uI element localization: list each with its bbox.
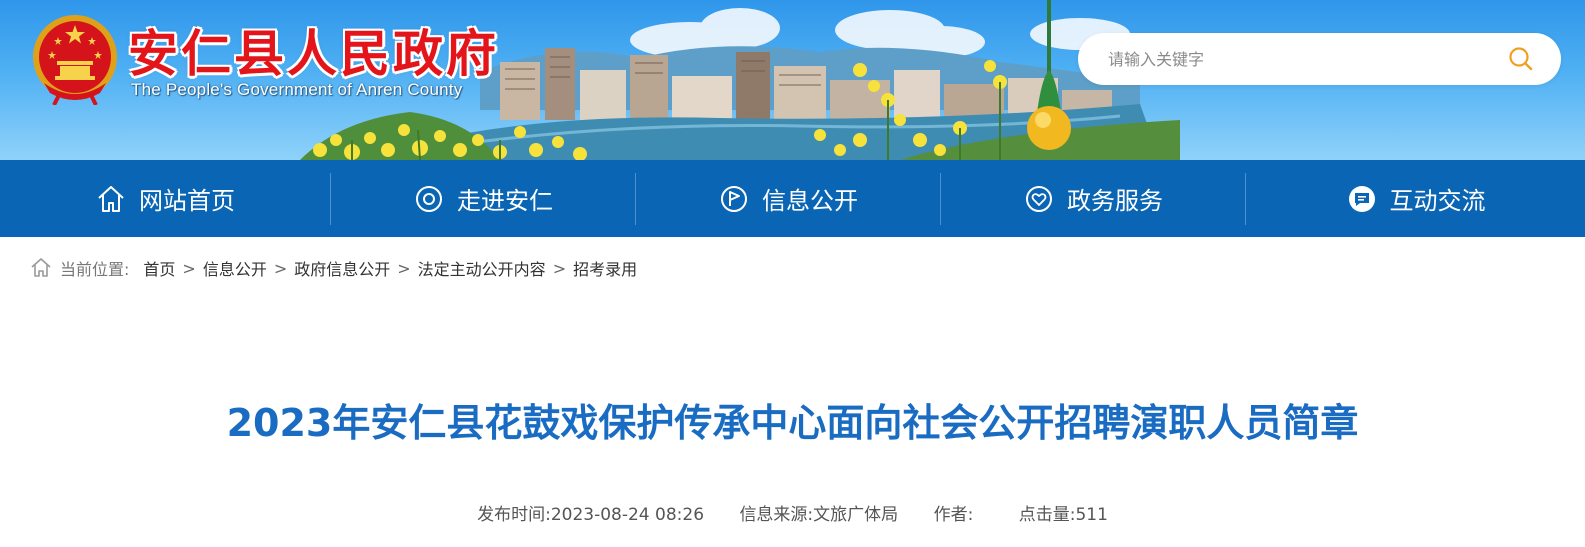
national-emblem-icon: [33, 15, 117, 105]
home-icon: [31, 258, 51, 277]
home-icon: [98, 185, 124, 212]
heart-icon: [1026, 185, 1052, 212]
publish-label: 发布时间:: [477, 505, 551, 525]
breadcrumb-separator: >: [397, 258, 411, 278]
author-label: 作者:: [933, 505, 974, 525]
breadcrumb-link-gov-info[interactable]: 政府信息公开: [294, 256, 390, 280]
flag-icon: [721, 185, 747, 212]
breadcrumb-link-recruitment[interactable]: 招考录用: [573, 256, 637, 280]
breadcrumb-link-home[interactable]: 首页: [143, 256, 175, 280]
site-subtitle: The People's Government of Anren County: [131, 80, 463, 99]
search-box: [1078, 33, 1561, 85]
nav-label: 走进安仁: [457, 187, 553, 215]
nav-label: 互动交流: [1389, 187, 1486, 215]
nav-item-about[interactable]: 走进安仁: [331, 160, 635, 237]
breadcrumb-link-statutory[interactable]: 法定主动公开内容: [418, 256, 546, 280]
views-count: 511: [1075, 505, 1108, 525]
breadcrumb-separator: >: [182, 258, 196, 278]
views-label: 点击量:: [1018, 505, 1076, 525]
breadcrumb: 当前位置: 首页 > 信息公开 > 政府信息公开 > 法定主动公开内容 > 招考…: [30, 256, 637, 280]
breadcrumb-separator: >: [552, 258, 567, 278]
source-value: 文旅广体局: [813, 505, 899, 525]
publish-time: 2023-08-24 08:26: [550, 505, 705, 525]
breadcrumb-separator: >: [273, 258, 288, 278]
breadcrumb-label: 当前位置:: [60, 260, 130, 279]
search-input[interactable]: [1108, 33, 1488, 85]
nav-label: 政务服务: [1067, 187, 1163, 215]
article-title: 2023年安仁县花鼓戏保护传承中心面向社会公开招聘演职人员简章: [226, 401, 1359, 445]
nav-item-info[interactable]: 信息公开: [636, 160, 940, 237]
nav-item-home[interactable]: 网站首页: [0, 160, 330, 237]
main-nav: 网站首页 走进安仁 信息公开 政务服务 互动交流: [0, 160, 1585, 237]
article-meta: 发布时间:2023-08-24 08:26 信息来源:文旅广体局 作者: 点击量…: [0, 500, 1585, 525]
nav-label: 网站首页: [139, 187, 235, 215]
nav-item-services[interactable]: 政务服务: [941, 160, 1245, 237]
chat-icon: [1348, 185, 1375, 212]
nav-label: 信息公开: [762, 187, 858, 215]
target-icon: [416, 185, 442, 212]
search-icon[interactable]: [1507, 45, 1535, 73]
source-label: 信息来源:: [739, 505, 814, 525]
header-banner: 安仁县人民政府 The People's Government of Anren…: [0, 0, 1585, 160]
nav-item-interaction[interactable]: 互动交流: [1246, 160, 1585, 237]
site-title: 安仁县人民政府: [128, 25, 499, 83]
breadcrumb-link-info[interactable]: 信息公开: [203, 256, 267, 280]
